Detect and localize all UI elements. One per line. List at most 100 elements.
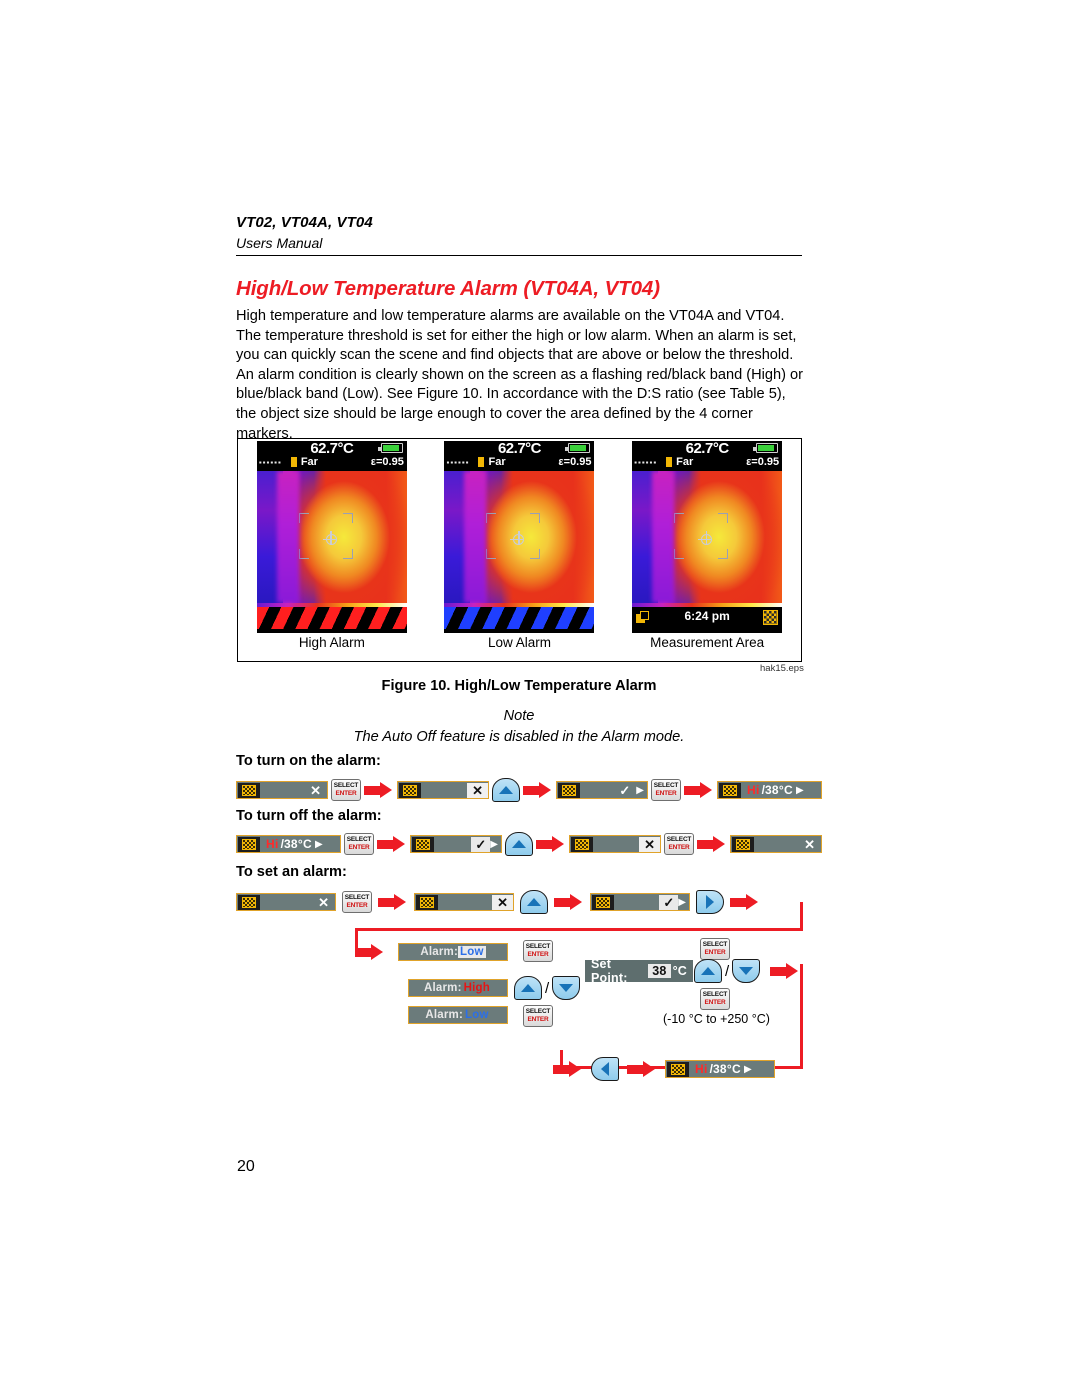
flow-arrow-icon bbox=[730, 894, 760, 910]
figure-label-high-alarm: High Alarm bbox=[298, 635, 365, 650]
emissivity-label: ε=0.95 bbox=[746, 456, 780, 468]
left-arrow-button[interactable] bbox=[591, 1057, 619, 1081]
thermal-screenshot-high-alarm: 62.7°C ▪▪▪▪▪▪ Far ε=0.95 bbox=[256, 441, 407, 633]
alarm-menu-value: High bbox=[463, 982, 490, 994]
updown-button-pair: / bbox=[514, 976, 581, 1000]
flow-connector bbox=[800, 964, 803, 1069]
menu-bar-alarm-off-selected[interactable]: ✕ bbox=[414, 893, 514, 911]
select-enter-button[interactable]: SELECT ENTER bbox=[700, 938, 730, 960]
separator: / bbox=[545, 979, 550, 997]
distance-marker-icon bbox=[666, 457, 673, 467]
enter-label: ENTER bbox=[346, 902, 368, 909]
grid-icon bbox=[412, 836, 434, 852]
corner-marker-tl bbox=[486, 513, 497, 523]
down-arrow-button[interactable] bbox=[552, 976, 581, 1000]
grid-icon bbox=[238, 782, 260, 798]
menu-bar-alarm-on[interactable]: ✓ ▶ bbox=[590, 893, 690, 911]
chevron-right-icon: ▶ bbox=[636, 784, 644, 796]
camera-status-bar: 62.7°C ▪▪▪▪▪▪ Far ε=0.95 bbox=[444, 441, 595, 471]
flow-arrow-icon bbox=[378, 894, 408, 910]
flow-arrow-icon bbox=[770, 963, 800, 979]
menu-bar-alarm-hi-setpoint[interactable]: Hi / 38°C ▶ bbox=[236, 835, 341, 853]
grid-icon bbox=[416, 894, 438, 910]
up-arrow-button[interactable] bbox=[514, 976, 542, 1000]
down-arrow-button[interactable] bbox=[732, 959, 761, 983]
chevron-right-icon: ▶ bbox=[743, 1063, 752, 1075]
menu-bar-alarm-off[interactable]: ✕ bbox=[236, 893, 336, 911]
corner-marker-bl bbox=[298, 549, 309, 559]
select-enter-button[interactable]: SELECT ENTER bbox=[523, 940, 553, 962]
menu-bar-alarm-hi-setpoint[interactable]: Hi / 38°C ▶ bbox=[717, 781, 822, 799]
alarm-off-x-icon-selected: ✕ bbox=[492, 894, 513, 910]
select-enter-button-wrap-4: SELECT ENTER bbox=[700, 988, 730, 1010]
corner-marker-br bbox=[342, 549, 353, 559]
select-enter-button[interactable]: SELECT ENTER bbox=[664, 833, 694, 855]
up-arrow-button[interactable] bbox=[520, 890, 548, 914]
up-arrow-button[interactable] bbox=[505, 832, 533, 856]
select-enter-button[interactable]: SELECT ENTER bbox=[344, 833, 374, 855]
select-label: SELECT bbox=[333, 782, 359, 789]
camera-status-bar: 62.7°C ▪▪▪▪▪▪ Far ε=0.95 bbox=[256, 441, 407, 471]
select-enter-button[interactable]: SELECT ENTER bbox=[331, 779, 361, 801]
page-header: VT02, VT04A, VT04 Users Manual bbox=[236, 214, 802, 256]
thermal-image bbox=[256, 471, 407, 603]
corner-marker-br bbox=[718, 549, 729, 559]
alarm-menu-item-low-selected[interactable]: Alarm: Low bbox=[398, 943, 508, 961]
distance-dots-icon: ▪▪▪▪▪▪ bbox=[634, 458, 658, 467]
grid-icon bbox=[238, 894, 260, 910]
distance-marker-icon bbox=[478, 457, 485, 467]
alarm-menu-item-high[interactable]: Alarm: High bbox=[408, 979, 508, 997]
battery-icon bbox=[753, 443, 779, 453]
select-label: SELECT bbox=[666, 836, 692, 843]
corner-marker-bl bbox=[486, 549, 497, 559]
up-arrow-button[interactable] bbox=[694, 959, 722, 983]
select-enter-button[interactable]: SELECT ENTER bbox=[651, 779, 681, 801]
grid-icon bbox=[763, 610, 779, 625]
note-heading: Note bbox=[503, 708, 535, 724]
corner-marker-bl bbox=[674, 549, 685, 559]
figure-box: 62.7°C ▪▪▪▪▪▪ Far ε=0.95 62.7°C ▪▪▪▪▪▪ F… bbox=[237, 438, 802, 662]
alarm-off-x-icon: ✕ bbox=[310, 782, 321, 798]
select-enter-button[interactable]: SELECT ENTER bbox=[700, 988, 730, 1010]
procedure-heading-turn-off: To turn off the alarm: bbox=[236, 808, 382, 824]
select-label: SELECT bbox=[702, 991, 728, 998]
select-enter-button[interactable]: SELECT ENTER bbox=[523, 1005, 553, 1027]
select-enter-button-wrap-3: SELECT ENTER bbox=[700, 938, 730, 960]
select-enter-button[interactable]: SELECT ENTER bbox=[342, 891, 372, 913]
select-label: SELECT bbox=[702, 941, 728, 948]
procedure-steps-turn-off: Hi / 38°C ▶ SELECT ENTER ✓ ▶ ✕ SELECT EN… bbox=[236, 832, 822, 856]
menu-bar-alarm-off-selected[interactable]: ✕ bbox=[569, 835, 661, 853]
menu-bar-alarm-on[interactable]: ✓ ▶ bbox=[556, 781, 648, 799]
distance-dots-icon: ▪▪▪▪▪▪ bbox=[258, 458, 282, 467]
alarm-mode-value: Hi bbox=[266, 837, 279, 851]
menu-bar-alarm-off-selected[interactable]: ✕ bbox=[397, 781, 489, 799]
flow-arrow-icon bbox=[554, 894, 584, 910]
emissivity-label: ε=0.95 bbox=[558, 456, 592, 468]
thermal-screenshot-low-alarm: 62.7°C ▪▪▪▪▪▪ Far ε=0.95 bbox=[444, 441, 595, 633]
grid-icon bbox=[558, 782, 580, 798]
alarm-menu-item-low-selected-wrap: Alarm: Low bbox=[398, 943, 508, 961]
grid-icon bbox=[571, 836, 593, 852]
right-arrow-button[interactable] bbox=[696, 890, 724, 914]
set-point-field[interactable]: Set Point: 38 °C bbox=[585, 957, 693, 985]
crosshair-icon bbox=[322, 531, 337, 545]
up-arrow-button[interactable] bbox=[492, 778, 520, 802]
camera-status-bar: 62.7°C ▪▪▪▪▪▪ Far ε=0.95 bbox=[632, 441, 783, 471]
procedure-heading-turn-on: To turn on the alarm: bbox=[236, 753, 381, 769]
alarm-menu-label: Alarm: bbox=[425, 1009, 464, 1021]
thermal-screenshot-measurement-area: 62.7°C ▪▪▪▪▪▪ Far ε=0.95 6:24 pm bbox=[632, 441, 783, 633]
battery-icon bbox=[377, 443, 403, 453]
menu-bar-alarm-hi-setpoint-final[interactable]: Hi / 38°C ▶ bbox=[665, 1060, 775, 1078]
flow-connector bbox=[355, 928, 803, 931]
distance-mode-label: Far bbox=[676, 456, 694, 468]
figure-label-measurement-area: Measurement Area bbox=[650, 635, 765, 650]
menu-bar-alarm-off[interactable]: ✕ bbox=[730, 835, 822, 853]
flow-arrow-icon bbox=[697, 836, 727, 852]
alarm-off-x-icon: ✕ bbox=[318, 894, 329, 910]
select-label: SELECT bbox=[344, 894, 370, 901]
thermal-image bbox=[632, 471, 783, 603]
alarm-menu-item-low[interactable]: Alarm: Low bbox=[408, 1006, 508, 1024]
flow-arrow-icon bbox=[355, 944, 385, 960]
menu-bar-alarm-off[interactable]: ✕ bbox=[236, 781, 328, 799]
menu-bar-alarm-on[interactable]: ✓ ▶ bbox=[410, 835, 502, 853]
